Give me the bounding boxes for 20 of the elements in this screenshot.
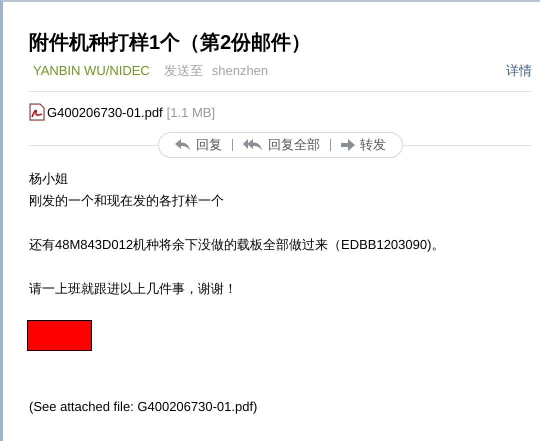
- sender-name: YANBIN WU/NIDEC: [33, 62, 150, 80]
- email-action-button[interactable]: 转发: [341, 135, 386, 155]
- sent-to-label: 发送至: [164, 62, 203, 80]
- attachment-size: [1.1 MB]: [166, 104, 216, 122]
- message-text: 请一上班就跟进以上几件事，谢谢！: [29, 280, 238, 298]
- attachment-note: (See attached file: G400206730-01.pdf): [29, 398, 258, 416]
- email-subject: 附件机种打样1个（第2份邮件）: [29, 31, 312, 56]
- message-text: 杨小姐: [29, 170, 69, 188]
- message-text: 还有48M843D012机种将余下没做的载板全部做过来（EDBB1203090)。: [29, 236, 446, 254]
- filled-rectangle: [27, 320, 92, 351]
- recipient-name: shenzhen: [212, 62, 268, 80]
- attachment-link[interactable]: G400206730-01.pdf: [47, 102, 163, 122]
- email-action-button[interactable]: 回复全部: [243, 135, 320, 155]
- forward-arrow-icon: [341, 139, 355, 151]
- pdf-file-icon: [29, 103, 45, 122]
- details-link[interactable]: 详情: [506, 61, 532, 80]
- reply-arrow-icon: [175, 139, 191, 151]
- reply-all-arrow-icon: [243, 139, 263, 151]
- email-action-button[interactable]: 回复: [175, 135, 222, 155]
- message-text: 刚发的一个和现在发的各打样一个: [29, 192, 225, 210]
